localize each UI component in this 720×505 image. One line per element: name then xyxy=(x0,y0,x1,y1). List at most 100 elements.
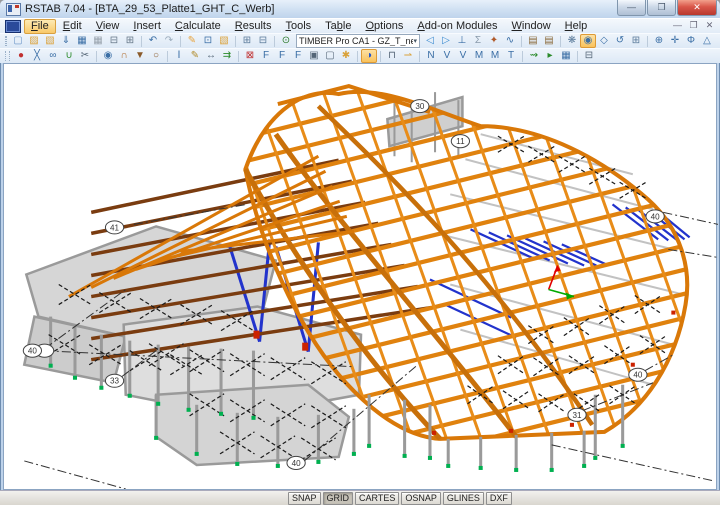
result-panel-icon[interactable]: ▦ xyxy=(558,49,574,63)
menu-calculate[interactable]: Calculate xyxy=(168,19,228,34)
dimension-icon[interactable]: ↔ xyxy=(203,49,219,63)
mirror-view-icon[interactable]: △ xyxy=(699,34,715,48)
snap-button[interactable]: SNAP xyxy=(288,492,321,505)
round-corner-icon[interactable]: ∪ xyxy=(61,49,77,63)
curve-icon[interactable]: ∿ xyxy=(502,34,518,48)
display-props-icon[interactable]: ❋ xyxy=(564,34,580,48)
menu-insert[interactable]: Insert xyxy=(126,19,168,34)
load-fy-icon[interactable]: F xyxy=(274,49,290,63)
menu-view[interactable]: View xyxy=(89,19,127,34)
nav-back-icon[interactable]: ◁ xyxy=(422,34,438,48)
diagram-n-icon[interactable]: N xyxy=(423,49,439,63)
toolbar-grip[interactable] xyxy=(5,51,10,61)
osnap-button[interactable]: OSNAP xyxy=(401,492,441,505)
close-button[interactable]: ✕ xyxy=(677,0,717,16)
module-user-icon[interactable]: ⊙ xyxy=(278,34,294,48)
show-results-icon[interactable]: ◑ xyxy=(361,49,377,63)
sum-icon[interactable]: Σ xyxy=(470,34,486,48)
diagram-mz-icon[interactable]: M xyxy=(487,49,503,63)
result-beams-icon[interactable]: ⇀ xyxy=(400,49,416,63)
svg-text:41: 41 xyxy=(110,223,120,232)
perpendicular-icon[interactable]: ⊥ xyxy=(454,34,470,48)
nav-forward-icon[interactable]: ▷ xyxy=(438,34,454,48)
deformation-icon[interactable]: ⇝ xyxy=(526,49,542,63)
module-combo[interactable]: TIMBER Pro CA1 - GZ_T_ne ▾ xyxy=(296,34,420,48)
project-navigator-icon[interactable]: ▧ xyxy=(216,34,232,48)
user-settings-icon[interactable]: ✦ xyxy=(486,34,502,48)
menu-file[interactable]: File xyxy=(24,19,56,34)
glines-button[interactable]: GLINES xyxy=(443,492,484,505)
undo-icon[interactable]: ↶ xyxy=(145,34,161,48)
import-icon[interactable]: ⇓ xyxy=(58,34,74,48)
save-icon[interactable]: ▦ xyxy=(74,34,90,48)
insert-node-icon[interactable]: ● xyxy=(13,49,29,63)
menu-table[interactable]: Table xyxy=(318,19,358,34)
diagram-mt-icon[interactable]: T xyxy=(503,49,519,63)
load-fz-icon[interactable]: F xyxy=(290,49,306,63)
divide-member-icon[interactable]: ╳ xyxy=(29,49,45,63)
connect-members-icon[interactable]: ∞ xyxy=(45,49,61,63)
load-generate-icon[interactable]: ⇉ xyxy=(219,49,235,63)
animation-icon[interactable]: ▸ xyxy=(542,49,558,63)
menu-tools[interactable]: Tools xyxy=(278,19,318,34)
diagram-my-icon[interactable]: M xyxy=(471,49,487,63)
menu-window[interactable]: Window xyxy=(505,19,558,34)
restore-button[interactable]: ❐ xyxy=(647,0,676,16)
menu-edit[interactable]: Edit xyxy=(56,19,89,34)
camera-record-icon[interactable]: ▤ xyxy=(541,34,557,48)
redo-icon[interactable]: ↷ xyxy=(161,34,177,48)
load-fx-icon[interactable]: F xyxy=(258,49,274,63)
save-data-icon[interactable]: ▦ xyxy=(90,34,106,48)
child-window-icon xyxy=(5,20,21,33)
cartes-button[interactable]: CARTES xyxy=(355,492,399,505)
camera-view-icon[interactable]: ▤ xyxy=(525,34,541,48)
child-restore-button[interactable]: ❐ xyxy=(687,20,700,31)
menu-addon-modules[interactable]: Add-on Modules xyxy=(410,19,504,34)
results-table-icon[interactable]: ⊓ xyxy=(384,49,400,63)
table-layout-icon[interactable]: ⊟ xyxy=(255,34,271,48)
clipping-icon[interactable]: ✕ xyxy=(715,34,720,48)
zoom-icon[interactable]: ⊕ xyxy=(651,34,667,48)
menu-results[interactable]: Results xyxy=(228,19,279,34)
new-file-icon[interactable]: ▢ xyxy=(10,34,26,48)
dxf-button[interactable]: DXF xyxy=(486,492,512,505)
minimize-button[interactable]: — xyxy=(617,0,646,16)
toolbar-separator xyxy=(560,36,561,47)
numbering-icon[interactable]: ◉ xyxy=(100,49,116,63)
edit-mode-icon[interactable]: ✎ xyxy=(184,34,200,48)
generator-icon[interactable]: ✱ xyxy=(338,49,354,63)
cross-section-icon[interactable]: Ⅰ xyxy=(171,49,187,63)
wire-model-icon[interactable]: ▢ xyxy=(322,49,338,63)
delete-member-icon[interactable]: ✂ xyxy=(77,49,93,63)
diagram-vz-icon[interactable]: V xyxy=(455,49,471,63)
open-copy-icon[interactable]: ▧ xyxy=(42,34,58,48)
diagram-vy-icon[interactable]: V xyxy=(439,49,455,63)
pan-icon[interactable]: ✛ xyxy=(667,34,683,48)
new-window-icon[interactable]: ⊞ xyxy=(628,34,644,48)
toolbar-grip[interactable] xyxy=(5,36,7,46)
previous-view-icon[interactable]: ↺ xyxy=(612,34,628,48)
print-preview-icon[interactable]: ⊞ xyxy=(122,34,138,48)
view-3d-icon[interactable]: ◉ xyxy=(580,34,596,48)
menu-help[interactable]: Help xyxy=(558,19,595,34)
member-release-icon[interactable]: ○ xyxy=(148,49,164,63)
child-close-button[interactable]: ✕ xyxy=(703,20,716,31)
model-viewport[interactable]: 30 11 40 40 41 33 40 40 31 xyxy=(3,63,717,490)
member-props-icon[interactable]: ✎ xyxy=(187,49,203,63)
isometric-view-icon[interactable]: ◇ xyxy=(596,34,612,48)
rotate-view-icon[interactable]: Φ xyxy=(683,34,699,48)
select-special-icon[interactable]: ⊡ xyxy=(200,34,216,48)
print-graphic-icon[interactable]: ⊟ xyxy=(581,49,597,63)
delete-loads-icon[interactable]: ⊠ xyxy=(242,49,258,63)
menu-options[interactable]: Options xyxy=(358,19,410,34)
table-show-icon[interactable]: ⊞ xyxy=(239,34,255,48)
open-folder-icon[interactable]: ▨ xyxy=(26,34,42,48)
grid-button[interactable]: GRID xyxy=(323,492,354,505)
member-arc-icon[interactable]: ∩ xyxy=(116,49,132,63)
title-bar[interactable]: RSTAB 7.04 - [BTA_29_53_Platte1_GHT_C_We… xyxy=(0,0,720,18)
nodal-support-icon[interactable]: ▼ xyxy=(132,49,148,63)
print-icon[interactable]: ⊟ xyxy=(106,34,122,48)
chevron-down-icon[interactable]: ▾ xyxy=(413,37,417,45)
child-minimize-button[interactable]: — xyxy=(671,20,684,31)
solid-model-icon[interactable]: ▣ xyxy=(306,49,322,63)
